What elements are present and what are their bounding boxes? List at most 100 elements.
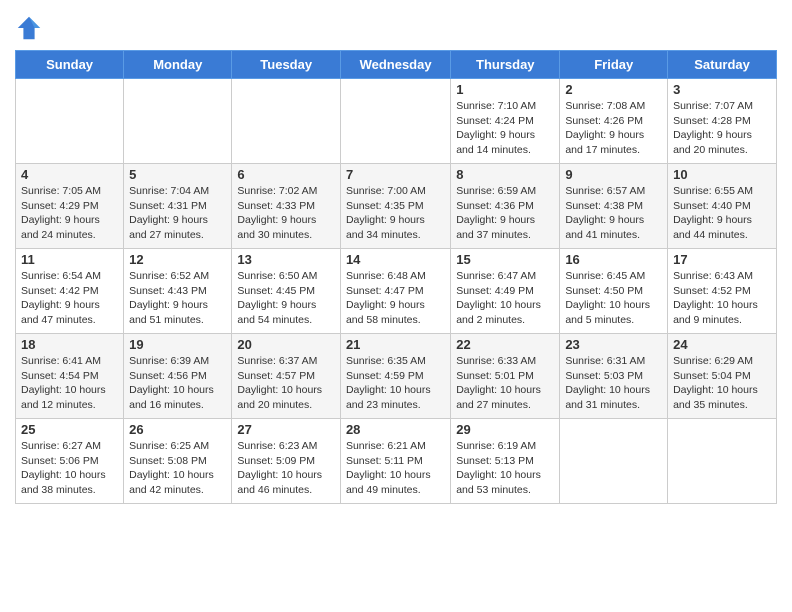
day-number: 2: [565, 82, 662, 97]
weekday-header: Thursday: [451, 51, 560, 79]
calendar-cell: 3 Sunrise: 7:07 AMSunset: 4:28 PMDaylight…: [668, 79, 777, 164]
day-info: Sunrise: 6:29 AMSunset: 5:04 PMDaylight:…: [673, 354, 771, 413]
calendar-week-row: 25 Sunrise: 6:27 AMSunset: 5:06 PMDayligh…: [16, 419, 777, 504]
day-info: Sunrise: 6:27 AMSunset: 5:06 PMDaylight:…: [21, 439, 118, 498]
day-number: 4: [21, 167, 118, 182]
day-number: 10: [673, 167, 771, 182]
day-info: Sunrise: 6:25 AMSunset: 5:08 PMDaylight:…: [129, 439, 226, 498]
calendar-cell: 10Sunrise: 6:55 AMSunset: 4:40 PMDayligh…: [668, 164, 777, 249]
day-info: Sunrise: 7:00 AMSunset: 4:35 PMDaylight:…: [346, 184, 445, 243]
calendar-cell: [668, 419, 777, 504]
calendar-cell: 12 Sunrise: 6:52 AMSunset: 4:43 PMDayligh…: [124, 249, 232, 334]
day-number: 16: [565, 252, 662, 267]
day-number: 21: [346, 337, 445, 352]
calendar-cell: 4 Sunrise: 7:05 AMSunset: 4:29 PMDaylight…: [16, 164, 124, 249]
day-info: Sunrise: 7:02 AMSunset: 4:33 PMDaylight:…: [237, 184, 335, 243]
day-info: Sunrise: 6:35 AMSunset: 4:59 PMDaylight:…: [346, 354, 445, 413]
day-number: 1: [456, 82, 554, 97]
calendar-cell: 2 Sunrise: 7:08 AMSunset: 4:26 PMDaylight…: [560, 79, 668, 164]
day-number: 26: [129, 422, 226, 437]
calendar-cell: 23 Sunrise: 6:31 AMSunset: 5:03 PMDayligh…: [560, 334, 668, 419]
weekday-header: Monday: [124, 51, 232, 79]
calendar-cell: 29 Sunrise: 6:19 AMSunset: 5:13 PMDayligh…: [451, 419, 560, 504]
day-info: Sunrise: 6:48 AMSunset: 4:47 PMDaylight:…: [346, 269, 445, 328]
calendar-cell: 13 Sunrise: 6:50 AMSunset: 4:45 PMDayligh…: [232, 249, 341, 334]
day-number: 18: [21, 337, 118, 352]
day-number: 8: [456, 167, 554, 182]
weekday-header: Sunday: [16, 51, 124, 79]
calendar-cell: 21 Sunrise: 6:35 AMSunset: 4:59 PMDayligh…: [340, 334, 450, 419]
weekday-header: Saturday: [668, 51, 777, 79]
calendar-cell: 5Sunrise: 7:04 AMSunset: 4:31 PMDaylight…: [124, 164, 232, 249]
day-info: Sunrise: 6:54 AMSunset: 4:42 PMDaylight:…: [21, 269, 118, 328]
logo: [15, 14, 47, 42]
day-info: Sunrise: 6:47 AMSunset: 4:49 PMDaylight:…: [456, 269, 554, 328]
day-number: 23: [565, 337, 662, 352]
day-number: 25: [21, 422, 118, 437]
day-info: Sunrise: 6:57 AMSunset: 4:38 PMDaylight:…: [565, 184, 662, 243]
calendar-cell: 25 Sunrise: 6:27 AMSunset: 5:06 PMDayligh…: [16, 419, 124, 504]
day-number: 9: [565, 167, 662, 182]
calendar-cell: [124, 79, 232, 164]
calendar-cell: 17 Sunrise: 6:43 AMSunset: 4:52 PMDayligh…: [668, 249, 777, 334]
day-number: 28: [346, 422, 445, 437]
logo-icon: [15, 14, 43, 42]
day-info: Sunrise: 6:39 AMSunset: 4:56 PMDaylight:…: [129, 354, 226, 413]
day-number: 7: [346, 167, 445, 182]
day-info: Sunrise: 6:45 AMSunset: 4:50 PMDaylight:…: [565, 269, 662, 328]
day-number: 13: [237, 252, 335, 267]
day-info: Sunrise: 6:59 AMSunset: 4:36 PMDaylight:…: [456, 184, 554, 243]
day-info: Sunrise: 6:43 AMSunset: 4:52 PMDaylight:…: [673, 269, 771, 328]
day-info: Sunrise: 6:37 AMSunset: 4:57 PMDaylight:…: [237, 354, 335, 413]
day-number: 24: [673, 337, 771, 352]
day-info: Sunrise: 7:08 AMSunset: 4:26 PMDaylight:…: [565, 99, 662, 158]
calendar-week-row: 18Sunrise: 6:41 AMSunset: 4:54 PMDayligh…: [16, 334, 777, 419]
calendar-cell: [232, 79, 341, 164]
day-number: 29: [456, 422, 554, 437]
day-info: Sunrise: 6:50 AMSunset: 4:45 PMDaylight:…: [237, 269, 335, 328]
calendar-cell: 16 Sunrise: 6:45 AMSunset: 4:50 PMDayligh…: [560, 249, 668, 334]
calendar-cell: 6Sunrise: 7:02 AMSunset: 4:33 PMDaylight…: [232, 164, 341, 249]
weekday-header: Friday: [560, 51, 668, 79]
day-info: Sunrise: 7:07 AMSunset: 4:28 PMDaylight:…: [673, 99, 771, 158]
calendar-cell: 9 Sunrise: 6:57 AMSunset: 4:38 PMDaylight…: [560, 164, 668, 249]
day-info: Sunrise: 6:21 AMSunset: 5:11 PMDaylight:…: [346, 439, 445, 498]
header: [15, 10, 777, 42]
calendar-week-row: 1 Sunrise: 7:10 AMSunset: 4:24 PMDaylight…: [16, 79, 777, 164]
calendar-cell: 7 Sunrise: 7:00 AMSunset: 4:35 PMDaylight…: [340, 164, 450, 249]
day-info: Sunrise: 7:10 AMSunset: 4:24 PMDaylight:…: [456, 99, 554, 158]
calendar-cell: 11 Sunrise: 6:54 AMSunset: 4:42 PMDayligh…: [16, 249, 124, 334]
calendar-cell: [16, 79, 124, 164]
page: SundayMondayTuesdayWednesdayThursdayFrid…: [0, 0, 792, 514]
day-info: Sunrise: 6:52 AMSunset: 4:43 PMDaylight:…: [129, 269, 226, 328]
calendar-week-row: 4 Sunrise: 7:05 AMSunset: 4:29 PMDaylight…: [16, 164, 777, 249]
day-info: Sunrise: 7:04 AMSunset: 4:31 PMDaylight:…: [129, 184, 226, 243]
day-number: 11: [21, 252, 118, 267]
weekday-header: Tuesday: [232, 51, 341, 79]
day-number: 22: [456, 337, 554, 352]
calendar-cell: 28 Sunrise: 6:21 AMSunset: 5:11 PMDayligh…: [340, 419, 450, 504]
calendar-cell: 15 Sunrise: 6:47 AMSunset: 4:49 PMDayligh…: [451, 249, 560, 334]
calendar-cell: 20Sunrise: 6:37 AMSunset: 4:57 PMDayligh…: [232, 334, 341, 419]
day-info: Sunrise: 6:19 AMSunset: 5:13 PMDaylight:…: [456, 439, 554, 498]
day-number: 17: [673, 252, 771, 267]
calendar-cell: 1 Sunrise: 7:10 AMSunset: 4:24 PMDaylight…: [451, 79, 560, 164]
weekday-header: Wednesday: [340, 51, 450, 79]
day-number: 27: [237, 422, 335, 437]
day-number: 19: [129, 337, 226, 352]
day-number: 12: [129, 252, 226, 267]
calendar-cell: [340, 79, 450, 164]
day-number: 15: [456, 252, 554, 267]
calendar-week-row: 11 Sunrise: 6:54 AMSunset: 4:42 PMDayligh…: [16, 249, 777, 334]
calendar-cell: 22Sunrise: 6:33 AMSunset: 5:01 PMDayligh…: [451, 334, 560, 419]
calendar-cell: 14Sunrise: 6:48 AMSunset: 4:47 PMDayligh…: [340, 249, 450, 334]
day-info: Sunrise: 7:05 AMSunset: 4:29 PMDaylight:…: [21, 184, 118, 243]
calendar-cell: [560, 419, 668, 504]
calendar-cell: 24 Sunrise: 6:29 AMSunset: 5:04 PMDayligh…: [668, 334, 777, 419]
calendar-header-row: SundayMondayTuesdayWednesdayThursdayFrid…: [16, 51, 777, 79]
calendar-cell: 19 Sunrise: 6:39 AMSunset: 4:56 PMDayligh…: [124, 334, 232, 419]
calendar-table: SundayMondayTuesdayWednesdayThursdayFrid…: [15, 50, 777, 504]
day-number: 3: [673, 82, 771, 97]
calendar-cell: 18Sunrise: 6:41 AMSunset: 4:54 PMDayligh…: [16, 334, 124, 419]
day-info: Sunrise: 6:31 AMSunset: 5:03 PMDaylight:…: [565, 354, 662, 413]
